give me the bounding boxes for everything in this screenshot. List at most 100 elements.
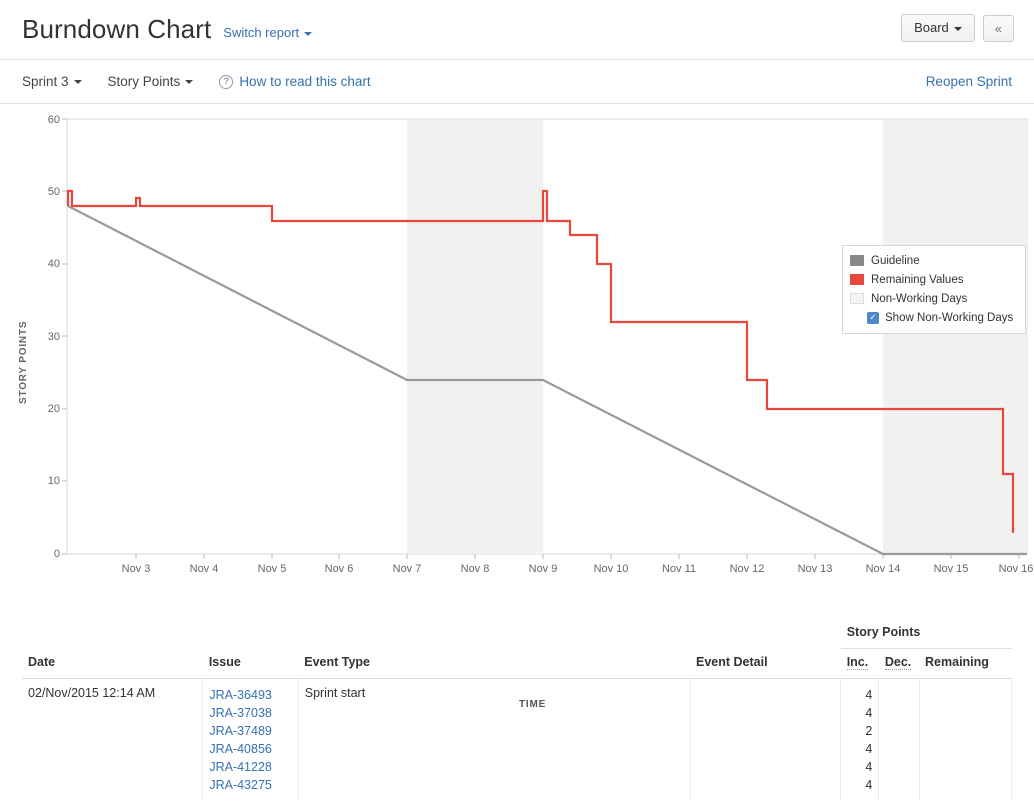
group-spacer — [22, 619, 203, 649]
reopen-sprint-link[interactable]: Reopen Sprint — [926, 74, 1012, 89]
x-tick-nov-5: Nov 5 — [258, 563, 287, 575]
issue-link[interactable]: JRA-37038 — [209, 704, 291, 722]
legend-item-nonworking: Non-Working Days — [850, 289, 1018, 308]
x-tick-nov-16: Nov 16 — [999, 563, 1034, 575]
column-header-dec-label: Dec. — [884, 655, 912, 670]
metric-selector-label: Story Points — [107, 74, 181, 89]
legend-item-remaining: Remaining Values — [850, 270, 1018, 289]
issue-link[interactable]: JRA-40856 — [209, 740, 291, 758]
x-tick-nov-7: Nov 7 — [393, 563, 422, 575]
group-spacer — [203, 619, 298, 649]
burndown-chart: 60 50 40 30 20 10 0 Nov 3 Nov 4 Nov 5 No… — [0, 104, 1034, 710]
metric-selector[interactable]: Story Points — [108, 74, 194, 89]
issue-link[interactable]: JRA-41228 — [209, 758, 291, 776]
cell-event-detail — [690, 678, 842, 801]
x-tick-nov-4: Nov 4 — [190, 563, 219, 575]
events-table-head: Story Points Date Issue Event Type Event… — [22, 619, 1012, 679]
inc-value: 4 — [865, 760, 873, 774]
x-tick-nov-8: Nov 8 — [461, 563, 490, 575]
x-tick-nov-14: Nov 14 — [866, 563, 901, 575]
y-tick-40: 40 — [48, 258, 60, 270]
y-tick-60: 60 — [48, 114, 60, 126]
x-axis: Nov 3 Nov 4 Nov 5 Nov 6 Nov 7 Nov 8 Nov … — [122, 554, 1034, 575]
inc-value: 4 — [865, 742, 873, 756]
inc-value: 2 — [865, 724, 873, 738]
issue-link[interactable]: JRA-36493 — [209, 686, 291, 704]
y-axis: 60 50 40 30 20 10 0 — [48, 114, 67, 560]
how-to-read-link[interactable]: ? How to read this chart — [219, 74, 371, 89]
events-table-body: 02/Nov/2015 12:14 AM JRA-36493 JRA-37038… — [22, 678, 1013, 801]
board-button[interactable]: Board — [901, 14, 975, 43]
legend-item-guideline: Guideline — [850, 251, 1018, 270]
cell-date: 02/Nov/2015 12:14 AM — [22, 678, 204, 801]
inc-value: 4 — [865, 706, 873, 720]
inc-value: 4 — [865, 778, 873, 792]
x-tick-nov-9: Nov 9 — [529, 563, 558, 575]
chevron-down-icon — [304, 31, 313, 36]
story-points-group-header: Story Points — [840, 619, 1012, 649]
column-header-date: Date — [22, 648, 203, 679]
column-header-remaining: Remaining — [919, 648, 1012, 679]
page-header: Burndown Chart Switch report Board « — [0, 0, 1034, 60]
chevron-double-up-icon: « — [994, 20, 1002, 36]
guideline-swatch-icon — [850, 255, 864, 266]
collapse-button[interactable]: « — [982, 14, 1014, 42]
column-header-inc[interactable]: Inc. — [840, 648, 879, 679]
column-header-dec[interactable]: Dec. — [878, 648, 920, 679]
y-tick-0: 0 — [54, 548, 60, 560]
issue-link[interactable]: JRA-43275 — [209, 776, 291, 794]
chevron-down-icon — [185, 80, 194, 85]
chart-legend: Guideline Remaining Values Non-Working D… — [842, 245, 1026, 334]
group-spacer — [690, 619, 841, 649]
checkbox-checked-icon[interactable]: ✓ — [867, 311, 879, 324]
x-tick-nov-12: Nov 12 — [730, 563, 765, 575]
show-nonworking-days-label: Show Non-Working Days — [885, 311, 1014, 324]
cell-remaining-value — [919, 678, 1013, 801]
page-title: Burndown Chart — [22, 14, 212, 44]
chevron-down-icon — [953, 26, 962, 31]
cell-issue-list: JRA-36493 JRA-37038 JRA-37489 JRA-40856 … — [202, 678, 299, 801]
show-nonworking-days-toggle[interactable]: ✓ Show Non-Working Days — [850, 308, 1018, 327]
group-header-row: Story Points — [22, 619, 1012, 649]
x-tick-nov-6: Nov 6 — [325, 563, 354, 575]
group-spacer — [298, 619, 690, 649]
header-actions: Board « — [901, 14, 1014, 43]
nonworking-swatch-icon — [850, 293, 864, 304]
events-table: Story Points Date Issue Event Type Event… — [22, 619, 1013, 801]
y-tick-10: 10 — [48, 475, 60, 487]
question-mark-icon: ? — [219, 74, 234, 89]
y-tick-20: 20 — [48, 403, 60, 415]
how-to-read-label: How to read this chart — [239, 74, 371, 89]
column-header-issue: Issue — [202, 648, 299, 679]
x-tick-nov-3: Nov 3 — [122, 563, 151, 575]
sprint-selector-label: Sprint 3 — [22, 74, 69, 89]
column-header-row: Date Issue Event Type Event Detail Inc. … — [22, 648, 1012, 679]
cell-dec-values — [878, 678, 920, 801]
legend-label-guideline: Guideline — [871, 254, 920, 267]
nonworking-band — [883, 120, 1027, 554]
remaining-swatch-icon — [850, 274, 864, 285]
x-tick-nov-11: Nov 11 — [662, 563, 696, 575]
y-axis-label: STORY POINTS — [18, 320, 29, 404]
board-button-label: Board — [914, 20, 949, 35]
x-tick-nov-15: Nov 15 — [934, 563, 969, 575]
table-row: 02/Nov/2015 12:14 AM JRA-36493 JRA-37038… — [22, 678, 1013, 801]
cell-event-type: Sprint start — [298, 678, 691, 801]
sprint-selector[interactable]: Sprint 3 — [22, 74, 82, 89]
nonworking-band — [407, 120, 543, 554]
x-tick-nov-10: Nov 10 — [594, 563, 629, 575]
events-table-container: Story Points Date Issue Event Type Event… — [0, 619, 1034, 801]
legend-label-nonworking: Non-Working Days — [871, 292, 968, 305]
sub-navigation: Sprint 3 Story Points ? How to read this… — [0, 60, 1034, 104]
chart-svg: 60 50 40 30 20 10 0 Nov 3 Nov 4 Nov 5 No… — [48, 114, 1034, 575]
y-tick-50: 50 — [48, 186, 60, 198]
legend-label-remaining: Remaining Values — [871, 273, 964, 286]
y-tick-30: 30 — [48, 331, 60, 343]
chevron-down-icon — [73, 80, 82, 85]
switch-report-link[interactable]: Switch report — [223, 25, 313, 40]
switch-report-label: Switch report — [223, 25, 300, 40]
cell-inc-values: 4 4 2 4 4 4 — [840, 678, 880, 801]
issue-link[interactable]: JRA-37489 — [209, 722, 291, 740]
inc-value: 4 — [865, 688, 873, 702]
column-header-event-detail: Event Detail — [690, 648, 841, 679]
